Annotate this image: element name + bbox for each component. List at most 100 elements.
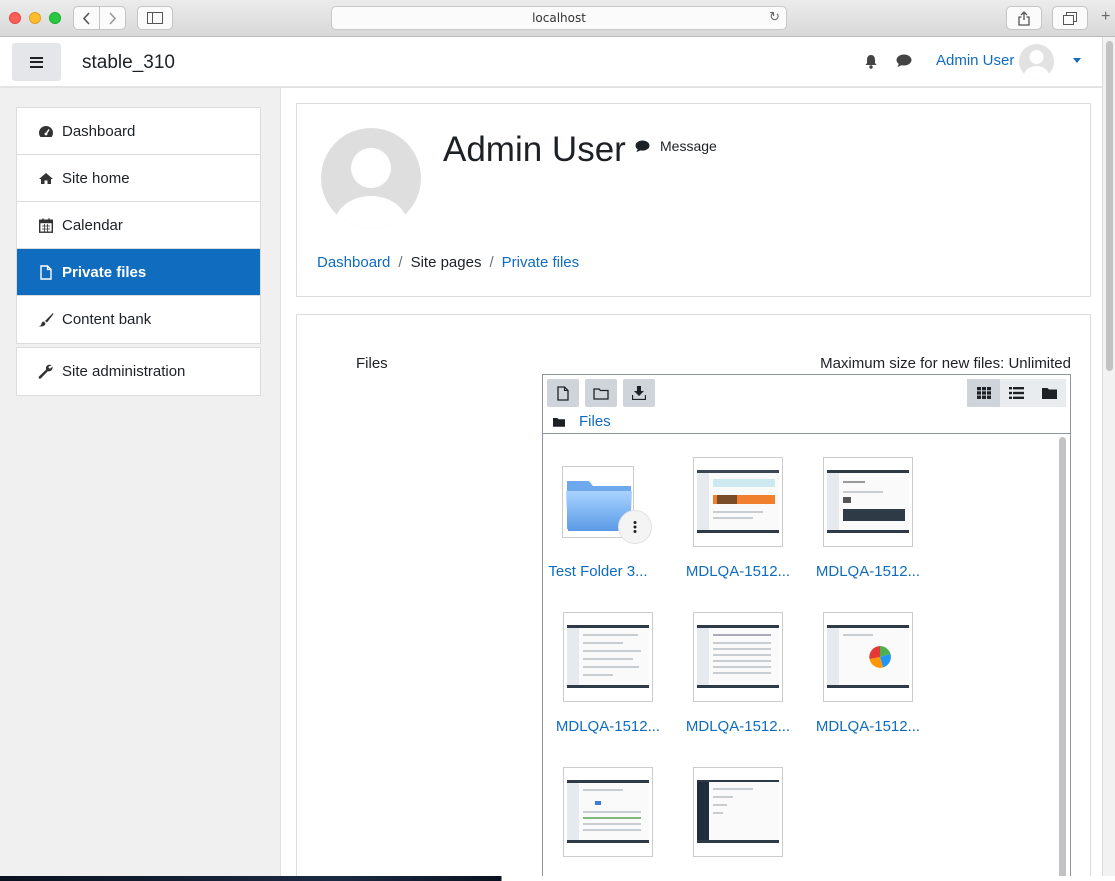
folder-icon	[553, 417, 565, 427]
image-thumbnail	[693, 457, 783, 547]
sidebar-toggle-button[interactable]	[137, 6, 173, 30]
create-folder-button[interactable]	[585, 379, 617, 407]
desktop-background-strip	[0, 876, 1115, 881]
bell-icon[interactable]	[864, 54, 878, 72]
sidebar-item-label: Site home	[62, 169, 130, 187]
sidebar-item-site-administration[interactable]: Site administration	[17, 348, 260, 395]
sidebar-item-label: Dashboard	[62, 122, 136, 140]
file-name[interactable]: MDLQA-1512...	[813, 718, 923, 735]
list-icon	[1009, 387, 1024, 399]
list-view-button[interactable]	[1000, 379, 1033, 407]
image-thumbnail	[563, 767, 653, 857]
avatar[interactable]	[1019, 44, 1054, 79]
breadcrumb: Dashboard / Site pages / Private files	[317, 254, 579, 271]
scrollbar-thumb[interactable]	[1106, 41, 1113, 371]
forward-button[interactable]	[99, 6, 126, 30]
page-title: Admin User	[443, 130, 626, 169]
page-scrollbar[interactable]	[1102, 37, 1115, 881]
files-label: Files	[356, 355, 388, 372]
sidebar-item-label: Private files	[62, 263, 147, 281]
site-name[interactable]: stable_310	[82, 52, 175, 74]
tree-view-button[interactable]	[1033, 379, 1066, 407]
divider	[543, 433, 1070, 434]
tabs-icon	[1063, 11, 1077, 25]
file-manager-toolbar	[547, 379, 655, 407]
breadcrumb-private-files[interactable]: Private files	[502, 254, 580, 271]
share-button[interactable]	[1006, 6, 1042, 30]
drawer-toggle-button[interactable]	[12, 43, 61, 81]
file-icon	[37, 264, 54, 280]
sidebar-item-label: Content bank	[62, 311, 152, 328]
dashboard-icon	[37, 125, 54, 138]
file-manager-path: Files	[553, 413, 611, 430]
calendar-icon	[37, 218, 54, 233]
share-icon	[1018, 10, 1030, 26]
breadcrumb-site-pages: Site pages	[410, 254, 482, 271]
download-button[interactable]	[623, 379, 655, 407]
nav-drawer: Dashboard Site home Calendar Private fil…	[0, 88, 281, 881]
hamburger-icon	[30, 56, 43, 68]
file-manager-scrollbar[interactable]	[1059, 437, 1066, 881]
image-thumbnail	[823, 612, 913, 702]
image-thumbnail	[563, 612, 653, 702]
file-name[interactable]: MDLQA-1512...	[553, 718, 663, 735]
url-text: localhost	[532, 11, 586, 25]
admin-nav-menu: Site administration	[16, 347, 261, 396]
address-bar[interactable]: localhost ↻	[331, 6, 787, 30]
max-size-text: Maximum size for new files: Unlimited	[820, 355, 1071, 372]
breadcrumb-separator: /	[489, 254, 494, 271]
main-region: Admin User Message Dashboard / Site page…	[281, 88, 1102, 881]
breadcrumb-dashboard[interactable]: Dashboard	[317, 254, 390, 271]
home-icon	[37, 172, 54, 185]
page-header-card: Admin User Message Dashboard / Site page…	[296, 103, 1091, 297]
download-icon	[632, 386, 646, 400]
message-button[interactable]: Message	[635, 138, 717, 154]
kebab-menu-icon	[633, 521, 637, 533]
sidebar-item-private-files[interactable]: Private files	[17, 249, 260, 296]
view-mode-toggle	[967, 379, 1066, 407]
sidebar-icon	[147, 12, 163, 24]
image-thumbnail	[693, 612, 783, 702]
file-name[interactable]: MDLQA-1512...	[683, 718, 793, 735]
grid-icon	[976, 387, 991, 399]
add-file-button[interactable]	[547, 379, 579, 407]
sidebar-item-dashboard[interactable]: Dashboard	[17, 108, 260, 155]
file-icon	[557, 385, 569, 401]
message-label: Message	[660, 138, 717, 154]
sidebar-item-site-home[interactable]: Site home	[17, 155, 260, 202]
close-window-button[interactable]	[9, 12, 21, 24]
breadcrumb-separator: /	[398, 254, 403, 271]
path-files-link[interactable]: Files	[579, 413, 611, 430]
file-name[interactable]: MDLQA-1512...	[813, 563, 923, 580]
minimize-window-button[interactable]	[29, 12, 41, 24]
sidebar-item-label: Calendar	[62, 216, 123, 234]
sidebar-item-calendar[interactable]: Calendar	[17, 202, 260, 249]
tabs-overview-button[interactable]	[1052, 6, 1088, 30]
chevron-down-icon[interactable]	[1073, 58, 1081, 63]
chevron-right-icon	[109, 11, 117, 25]
paintbrush-icon	[37, 312, 54, 327]
reload-icon[interactable]: ↻	[769, 7, 780, 29]
sidebar-item-label: Site administration	[62, 363, 186, 380]
icon-view-button[interactable]	[967, 379, 1000, 407]
files-card: Files Maximum size for new files: Unlimi…	[296, 314, 1091, 881]
file-options-button[interactable]	[618, 510, 652, 544]
sidebar-item-content-bank[interactable]: Content bank	[17, 296, 260, 343]
chevron-left-icon	[82, 11, 90, 25]
back-button[interactable]	[73, 6, 100, 30]
zoom-window-button[interactable]	[49, 12, 61, 24]
image-thumbnail	[693, 767, 783, 857]
new-tab-button[interactable]: +	[1101, 6, 1115, 30]
file-manager: Files Test Folder 3... MDLQA-1512... MDL…	[542, 374, 1071, 881]
folder-outline-icon	[593, 387, 609, 400]
image-thumbnail	[823, 457, 913, 547]
browser-chrome: localhost ↻ +	[0, 0, 1115, 37]
folder-icon	[1042, 388, 1057, 399]
chat-bubble-icon[interactable]	[896, 54, 912, 71]
chat-bubble-icon	[635, 139, 650, 152]
user-menu-name[interactable]: Admin User	[936, 52, 1014, 69]
file-name[interactable]: MDLQA-1512...	[683, 563, 793, 580]
file-name[interactable]: Test Folder 3...	[543, 563, 653, 580]
main-nav-menu: Dashboard Site home Calendar Private fil…	[16, 107, 261, 344]
top-navbar: stable_310 Admin User	[0, 37, 1102, 87]
